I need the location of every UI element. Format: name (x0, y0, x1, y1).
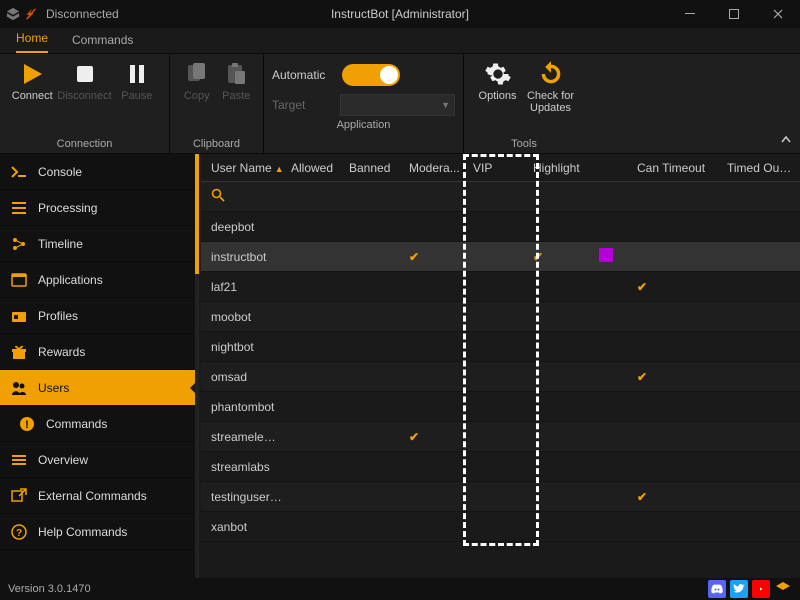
table-row[interactable]: deepbot (201, 212, 800, 242)
table-row[interactable]: streameleme...✔ (201, 422, 800, 452)
profiles-icon (10, 307, 28, 325)
tab-home[interactable]: Home (16, 25, 48, 53)
applications-icon (10, 271, 28, 289)
automatic-toggle[interactable] (342, 64, 400, 86)
sidebar-item-external-commands[interactable]: External Commands (0, 478, 195, 514)
check-updates-button[interactable]: Check for Updates (525, 58, 576, 114)
sidebar-item-console[interactable]: Console (0, 154, 195, 190)
users-icon (10, 379, 28, 397)
minimize-button[interactable] (668, 0, 712, 28)
th-banned[interactable]: Banned (349, 161, 409, 175)
app-logo-icon (6, 7, 20, 21)
th-highlight[interactable]: Highlight (533, 161, 599, 175)
refresh-icon (537, 60, 565, 88)
sidebar-item-profiles[interactable]: Profiles (0, 298, 195, 334)
table-row[interactable]: streamlabs (201, 452, 800, 482)
sidebar: Console Processing Timeline Applications… (0, 154, 195, 578)
th-timed-out[interactable]: Timed Out Until (727, 161, 800, 175)
svg-text:!: ! (25, 419, 29, 431)
table-row[interactable]: xanbot (201, 512, 800, 542)
console-icon (10, 163, 28, 181)
close-button[interactable] (756, 0, 800, 28)
sidebar-item-timeline[interactable]: Timeline (0, 226, 195, 262)
titlebar: Disconnected InstructBot [Administrator] (0, 0, 800, 28)
scrollbar-thumb[interactable] (195, 154, 199, 274)
processing-icon (10, 199, 28, 217)
table-row[interactable]: moobot (201, 302, 800, 332)
copy-icon (183, 60, 211, 88)
ribbon-group-clipboard-label: Clipboard (178, 135, 255, 153)
connection-status: Disconnected (46, 7, 119, 21)
table-row[interactable]: testinguserfo...✔ (201, 482, 800, 512)
table-row[interactable]: omsad✔ (201, 362, 800, 392)
disconnected-icon (24, 7, 38, 21)
sidebar-item-users[interactable]: Users (0, 370, 195, 406)
app-status-icon[interactable] (774, 580, 792, 598)
youtube-icon[interactable] (752, 580, 770, 598)
overview-icon (10, 451, 28, 469)
th-can-timeout[interactable]: Can Timeout (637, 161, 727, 175)
table-row[interactable]: phantombot (201, 392, 800, 422)
gear-icon (484, 60, 512, 88)
paste-icon (222, 60, 250, 88)
target-select[interactable]: ▼ (340, 94, 455, 116)
disconnect-button[interactable]: Disconnect (59, 58, 111, 102)
help-icon: ? (10, 523, 28, 541)
table-search-row (201, 182, 800, 212)
th-vip[interactable]: VIP (473, 161, 533, 175)
svg-text:?: ? (16, 528, 22, 539)
paste-button[interactable]: Paste (218, 58, 256, 102)
sort-asc-icon: ▲ (275, 164, 284, 174)
copy-button[interactable]: Copy (178, 58, 216, 102)
ribbon-group-connection-label: Connection (8, 135, 161, 153)
chevron-down-icon: ▼ (441, 100, 450, 110)
statusbar: Version 3.0.1470 (0, 578, 800, 600)
discord-icon[interactable] (708, 580, 726, 598)
tab-commands[interactable]: Commands (72, 27, 133, 53)
sidebar-item-help-commands[interactable]: ? Help Commands (0, 514, 195, 550)
version-label: Version 3.0.1470 (8, 583, 91, 595)
pause-button[interactable]: Pause (113, 58, 162, 102)
ribbon-group-application-label: Application (272, 116, 455, 134)
rewards-icon (10, 343, 28, 361)
ribbon-collapse-button[interactable] (780, 134, 792, 149)
sidebar-item-overview[interactable]: Overview (0, 442, 195, 478)
ribbon-tabs: Home Commands (0, 28, 800, 54)
maximize-button[interactable] (712, 0, 756, 28)
sidebar-item-applications[interactable]: Applications (0, 262, 195, 298)
table-header: User Name▲ Allowed Banned Modera... VIP … (201, 154, 800, 182)
automatic-label: Automatic (272, 68, 332, 82)
timeline-icon (10, 235, 28, 253)
users-table: User Name▲ Allowed Banned Modera... VIP … (195, 154, 800, 578)
sidebar-item-processing[interactable]: Processing (0, 190, 195, 226)
stop-icon (71, 60, 99, 88)
search-icon[interactable] (211, 188, 225, 205)
target-label: Target (272, 98, 330, 112)
ribbon: Connect Disconnect Pause Connection Copy (0, 54, 800, 154)
play-icon (18, 60, 46, 88)
commands-icon: ! (18, 415, 36, 433)
sidebar-item-rewards[interactable]: Rewards (0, 334, 195, 370)
options-button[interactable]: Options (472, 58, 523, 102)
connect-button[interactable]: Connect (8, 58, 57, 102)
table-row[interactable]: instructbot✔✔ (201, 242, 800, 272)
ribbon-group-tools-label: Tools (472, 135, 576, 153)
external-commands-icon (10, 487, 28, 505)
th-username[interactable]: User Name▲ (211, 161, 291, 175)
th-moderator[interactable]: Modera... (409, 161, 473, 175)
pause-icon (123, 60, 151, 88)
twitter-icon[interactable] (730, 580, 748, 598)
table-row[interactable]: nightbot (201, 332, 800, 362)
table-row[interactable]: laf21✔ (201, 272, 800, 302)
th-allowed[interactable]: Allowed (291, 161, 349, 175)
sidebar-item-commands[interactable]: ! Commands (0, 406, 195, 442)
